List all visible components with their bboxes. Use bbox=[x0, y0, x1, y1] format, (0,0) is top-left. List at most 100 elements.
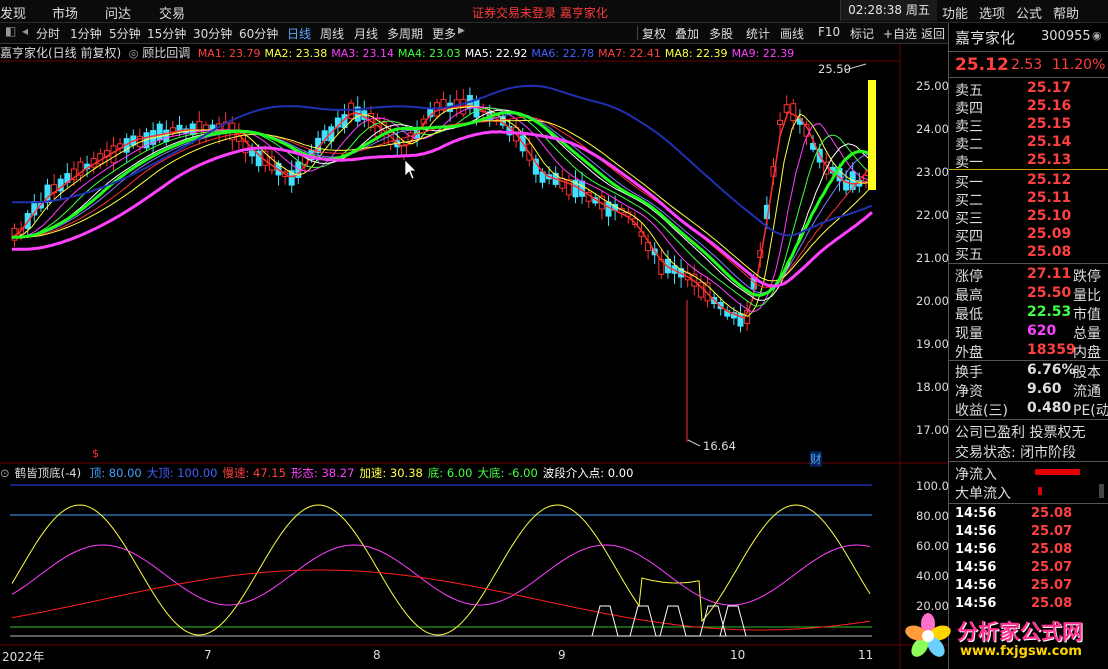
bid-row[interactable]: 买二 25.11 bbox=[949, 190, 1108, 209]
date-tick: 8 bbox=[373, 648, 381, 662]
tick-price: 25.07 bbox=[1031, 524, 1073, 539]
indicator-lines bbox=[10, 484, 872, 637]
stat-row-right-label: 跌停 bbox=[1073, 269, 1101, 285]
candle bbox=[110, 145, 117, 164]
bid-row[interactable]: 买一 25.12 bbox=[949, 172, 1108, 191]
ask-row-label: 卖四 bbox=[955, 101, 983, 117]
current-price: 25.12 bbox=[955, 55, 1009, 75]
menu-options[interactable]: 选项 bbox=[979, 3, 1005, 22]
bid-row-value: 25.10 bbox=[1027, 208, 1072, 224]
stat2-row[interactable]: 收益(三) 0.480 PE(动 bbox=[949, 400, 1108, 419]
divider bbox=[949, 360, 1108, 361]
stat-row-right-label: 量比 bbox=[1073, 288, 1101, 304]
indicator-legend: ⊙ 鹤皆顶底(-4) 顶: 80.00 大顶: 100.00 慢速: 47.15 形态:… bbox=[0, 465, 900, 481]
indicator-name[interactable]: 鹤皆顶底(-4) bbox=[15, 466, 81, 480]
bid-row-value: 25.09 bbox=[1027, 226, 1072, 242]
entry-signal-steps bbox=[591, 605, 747, 637]
bid-row[interactable]: 买五 25.08 bbox=[949, 244, 1108, 263]
ask-row[interactable]: 卖五 25.17 bbox=[949, 80, 1108, 99]
tick-row: 14:56 25.08 bbox=[949, 542, 1108, 561]
indicator-tick: 80.00 bbox=[916, 509, 949, 523]
tick-price: 25.08 bbox=[1031, 506, 1073, 521]
ask-row-label: 卖三 bbox=[955, 119, 983, 135]
bid-row[interactable]: 买三 25.10 bbox=[949, 208, 1108, 227]
tick-time: 14:56 bbox=[955, 596, 997, 611]
stat-row[interactable]: 涨停 27.11 跌停 bbox=[949, 266, 1108, 285]
stat2-row-label: 净资 bbox=[955, 384, 983, 400]
last-day-bar bbox=[868, 80, 876, 190]
stat-row-value: 25.50 bbox=[1027, 285, 1072, 301]
low-label: 16.64 bbox=[703, 439, 736, 453]
trade-status: 交易状态: 闭市阶段 bbox=[955, 445, 1077, 461]
chart-canvas[interactable] bbox=[0, 0, 948, 669]
big-inflow-row: 大单流入 bbox=[949, 483, 1108, 502]
date-tick: 11 bbox=[858, 648, 874, 662]
dropdown-icon[interactable]: ◉ bbox=[1092, 29, 1102, 42]
tick-row: 14:56 25.08 bbox=[949, 506, 1108, 525]
menu-help[interactable]: 帮助 bbox=[1053, 3, 1079, 22]
ask-row[interactable]: 卖二 25.14 bbox=[949, 134, 1108, 153]
tick-price: 25.07 bbox=[1031, 578, 1073, 593]
ask-row[interactable]: 卖四 25.16 bbox=[949, 98, 1108, 117]
big-inflow-label: 大单流入 bbox=[955, 486, 1011, 502]
price-tick: 21.00 bbox=[916, 251, 949, 265]
ask-row-label: 卖二 bbox=[955, 137, 983, 153]
bid-row-label: 买一 bbox=[955, 175, 983, 191]
indicator-param-5: 加速: 30.38 bbox=[359, 466, 423, 480]
tick-price: 25.08 bbox=[1031, 596, 1073, 611]
ask-row-value: 25.15 bbox=[1027, 116, 1072, 132]
tick-time: 14:56 bbox=[955, 578, 997, 593]
stat2-row[interactable]: 净资 9.60 流通 bbox=[949, 381, 1108, 400]
indicator-param-3: 慢速: 47.15 bbox=[222, 466, 286, 480]
tick-row: 14:56 25.07 bbox=[949, 560, 1108, 579]
tick-price: 25.07 bbox=[1031, 560, 1073, 575]
candle bbox=[202, 124, 209, 134]
bid-row[interactable]: 买四 25.09 bbox=[949, 226, 1108, 245]
ask-row-value: 25.17 bbox=[1027, 80, 1072, 96]
bid-row-value: 25.11 bbox=[1027, 190, 1072, 206]
stat-row-right-label: 总量 bbox=[1073, 326, 1101, 342]
stat-row[interactable]: 最低 22.53 市值 bbox=[949, 304, 1108, 323]
date-tick: 9 bbox=[558, 648, 566, 662]
candle bbox=[783, 104, 790, 113]
date-tick: 10 bbox=[730, 648, 746, 662]
stat2-row-value: 9.60 bbox=[1027, 381, 1062, 397]
flower-icon bbox=[905, 613, 951, 657]
low-pointer bbox=[687, 439, 701, 447]
stat2-row[interactable]: 换手 6.76% 股本 bbox=[949, 362, 1108, 381]
ask-row[interactable]: 卖三 25.15 bbox=[949, 116, 1108, 135]
price-tick: 19.00 bbox=[916, 337, 949, 351]
quote-panel: 嘉亨家化 300955 ◉ 25.12 2.53 11.20% 卖五 25.17 卖… bbox=[948, 23, 1108, 669]
stat-row[interactable]: 现量 620 总量 bbox=[949, 323, 1108, 342]
stat-row[interactable]: 最高 25.50 量比 bbox=[949, 285, 1108, 304]
indicator-param-4: 形态: 38.27 bbox=[290, 466, 355, 480]
divider bbox=[949, 169, 1108, 170]
moving-averages bbox=[11, 84, 873, 319]
stat-row-label: 最高 bbox=[955, 288, 983, 304]
indicator-tick: 40.00 bbox=[916, 569, 949, 583]
stock-code: 300955 bbox=[1041, 29, 1091, 44]
ask-row-label: 卖五 bbox=[955, 83, 983, 99]
fast-line bbox=[11, 504, 871, 636]
tick-row: 14:56 25.07 bbox=[949, 578, 1108, 597]
indicator-param-8: 波段介入点: 0.00 bbox=[542, 466, 634, 480]
stat-row-value: 27.11 bbox=[1027, 266, 1072, 282]
price-change: 2.53 bbox=[1011, 57, 1043, 73]
price-tick: 24.00 bbox=[916, 122, 949, 136]
indicator-tick: 60.00 bbox=[916, 539, 949, 553]
date-tick: 7 bbox=[204, 648, 212, 662]
indicator-menu-icon[interactable]: ⊙ bbox=[0, 466, 10, 480]
stat-row-label: 现量 bbox=[955, 326, 983, 342]
ask-row-value: 25.14 bbox=[1027, 134, 1072, 150]
high-label: 25.50 bbox=[818, 62, 851, 76]
menu-formula[interactable]: 公式 bbox=[1016, 3, 1042, 22]
divider bbox=[949, 51, 1108, 52]
shape-line bbox=[11, 544, 871, 606]
candle bbox=[565, 179, 572, 196]
slow-line bbox=[11, 569, 871, 631]
scrollbar-thumb[interactable] bbox=[1099, 484, 1104, 498]
stat2-row-value: 0.480 bbox=[1027, 400, 1072, 416]
stat2-row-right-label: PE(动 bbox=[1073, 403, 1108, 419]
stat-row-value: 620 bbox=[1027, 323, 1057, 339]
stat-row[interactable]: 外盘 18359 内盘 bbox=[949, 342, 1108, 361]
